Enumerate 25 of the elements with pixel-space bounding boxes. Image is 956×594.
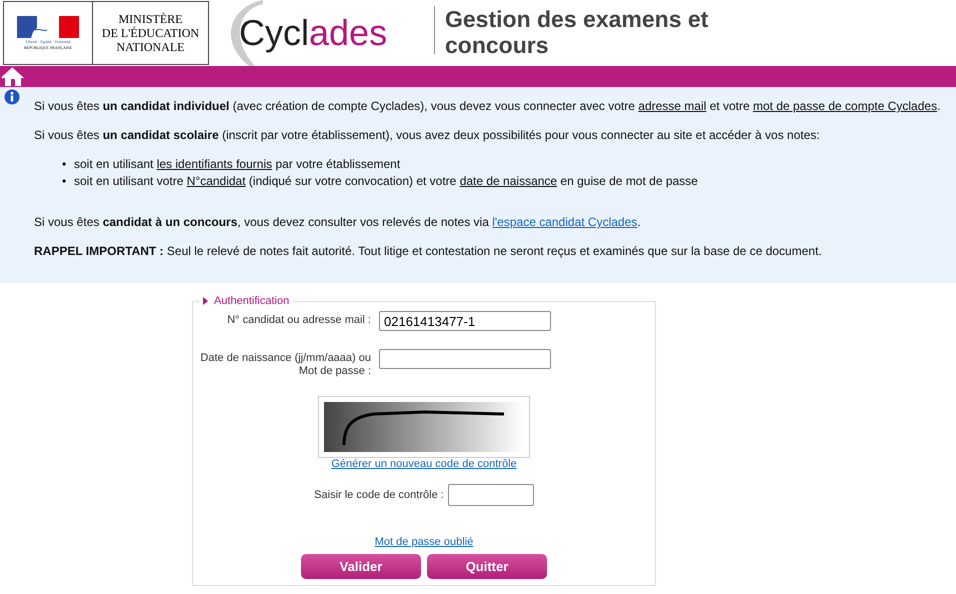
info-paragraph: Si vous êtes un candidat scolaire (inscrit par votre établissement), vous avez deux possibilités pour vous connecter au site et accéder à vos notes: bbox=[34, 128, 821, 143]
input-field[interactable] bbox=[379, 349, 551, 369]
page-title: Gestion des examens et concours bbox=[434, 6, 745, 54]
bullet-item: • soit en utilisant votre N°candidat (indiqué sur votre convocation) et votre date de naissance en guise de mot de passe bbox=[62, 174, 699, 189]
info-paragraph: Si vous êtes candidat à un concours, vous devez consulter vos relevés de notes via l'espace candidat Cyclades. bbox=[34, 215, 642, 230]
marianne-flag-icon bbox=[17, 16, 79, 38]
info-paragraph: RAPPEL IMPORTANT : Seul le relevé de notes fait autorité. Tout litige et contestation ne seront reçus et examinés que sur la base de ce document. bbox=[34, 244, 823, 259]
input-field[interactable]: 02161413477-1 bbox=[379, 311, 551, 331]
legend-label: Authentification bbox=[214, 295, 290, 307]
bullet-item: • soit en utilisant les identifiants fournis par votre établissement bbox=[62, 157, 402, 172]
home-icon[interactable] bbox=[1, 66, 25, 86]
link[interactable]: l'espace candidat Cyclades bbox=[492, 215, 638, 229]
forgot-password-link[interactable]: Mot de passe oublié bbox=[374, 536, 474, 548]
action-button[interactable]: Quitter bbox=[427, 554, 547, 579]
field-label: Date de naissance (jj/mm/aaaa) ou Mot de passe : bbox=[199, 351, 371, 378]
app-logo: Cyclades bbox=[239, 12, 388, 54]
code-label: Saisir le code de contrôle : bbox=[314, 489, 444, 501]
regenerate-link[interactable]: Générer un nouveau code de contrôle bbox=[331, 458, 517, 470]
info-icon bbox=[4, 89, 20, 105]
action-button[interactable]: Valider bbox=[301, 554, 421, 579]
ministry-name: MINISTÈRE DE L'ÉDUCATION NATIONALE bbox=[100, 11, 200, 56]
info-paragraph: Si vous êtes un candidat individuel (avec création de compte Cyclades), vous devez vous connecter avec votre adresse mail et votre mot de passe de compte Cyclades. bbox=[34, 99, 942, 114]
field-label: N° candidat ou adresse mail : bbox=[226, 313, 371, 327]
triangle-icon bbox=[203, 297, 208, 305]
code-field[interactable] bbox=[448, 484, 534, 506]
